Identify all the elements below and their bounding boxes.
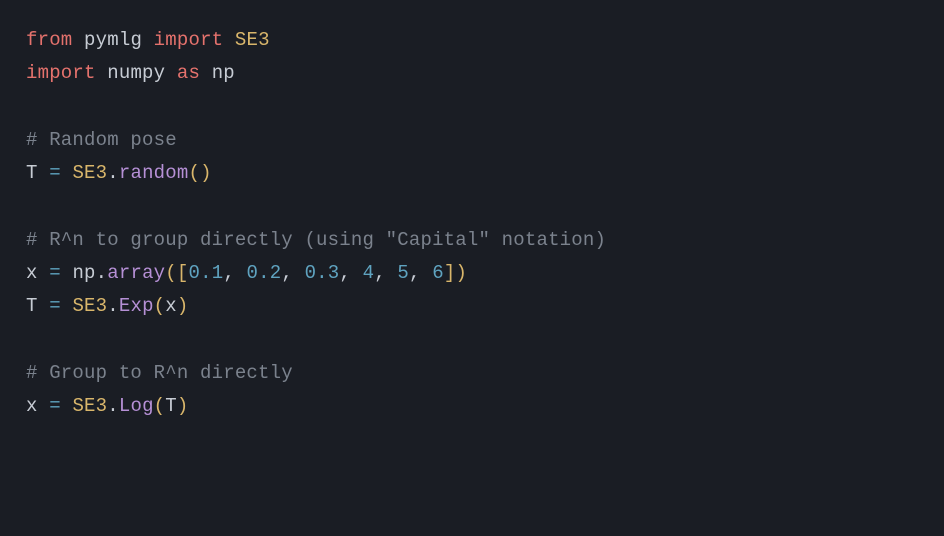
- arg-x: x: [165, 295, 177, 317]
- obj-np: np: [72, 262, 95, 284]
- var-t: T: [26, 162, 38, 184]
- line-t-random: T = SE3.random(): [26, 162, 212, 184]
- keyword-import: import: [154, 29, 224, 51]
- operator-eq: =: [49, 395, 61, 417]
- var-x: x: [26, 262, 38, 284]
- comma: ,: [281, 262, 293, 284]
- operator-eq: =: [49, 295, 61, 317]
- method-random: random: [119, 162, 189, 184]
- number: 5: [397, 262, 409, 284]
- number: 0.3: [305, 262, 340, 284]
- comma: ,: [374, 262, 386, 284]
- line-t-exp: T = SE3.Exp(x): [26, 295, 189, 317]
- number: 6: [432, 262, 444, 284]
- alias-np: np: [212, 62, 235, 84]
- paren-close: ): [200, 162, 212, 184]
- var-t: T: [26, 295, 38, 317]
- comment-rn-to-group: # R^n to group directly (using "Capital"…: [26, 229, 606, 251]
- class-se3: SE3: [72, 162, 107, 184]
- paren-open: (: [154, 295, 166, 317]
- method-log: Log: [119, 395, 154, 417]
- dot: .: [107, 162, 119, 184]
- paren-open: (: [188, 162, 200, 184]
- number: 0.2: [247, 262, 282, 284]
- line-import-1: from pymlg import SE3: [26, 29, 270, 51]
- method-array: array: [107, 262, 165, 284]
- number: 0.1: [189, 262, 224, 284]
- class-se3: SE3: [235, 29, 270, 51]
- operator-eq: =: [49, 262, 61, 284]
- operator-eq: =: [49, 162, 61, 184]
- module-numpy: numpy: [107, 62, 165, 84]
- number: 4: [363, 262, 375, 284]
- paren-close: ): [177, 395, 189, 417]
- comma: ,: [409, 262, 421, 284]
- code-block: from pymlg import SE3 import numpy as np…: [0, 0, 944, 447]
- var-x: x: [26, 395, 38, 417]
- bracket-open: [: [177, 262, 189, 284]
- line-x-log: x = SE3.Log(T): [26, 395, 189, 417]
- method-exp: Exp: [119, 295, 154, 317]
- dot: .: [107, 395, 119, 417]
- line-x-array: x = np.array([0.1, 0.2, 0.3, 4, 5, 6]): [26, 262, 467, 284]
- line-import-2: import numpy as np: [26, 62, 235, 84]
- paren-open: (: [165, 262, 177, 284]
- dot: .: [107, 295, 119, 317]
- keyword-import: import: [26, 62, 96, 84]
- keyword-as: as: [177, 62, 200, 84]
- paren-close: ): [455, 262, 467, 284]
- arg-t: T: [165, 395, 177, 417]
- comment-group-to-rn: # Group to R^n directly: [26, 362, 293, 384]
- module-pymlg: pymlg: [84, 29, 142, 51]
- keyword-from: from: [26, 29, 72, 51]
- paren-open: (: [154, 395, 166, 417]
- comma: ,: [339, 262, 351, 284]
- dot: .: [96, 262, 108, 284]
- class-se3: SE3: [72, 395, 107, 417]
- comment-random-pose: # Random pose: [26, 129, 177, 151]
- paren-close: ): [177, 295, 189, 317]
- comma: ,: [223, 262, 235, 284]
- bracket-close: ]: [444, 262, 456, 284]
- class-se3: SE3: [72, 295, 107, 317]
